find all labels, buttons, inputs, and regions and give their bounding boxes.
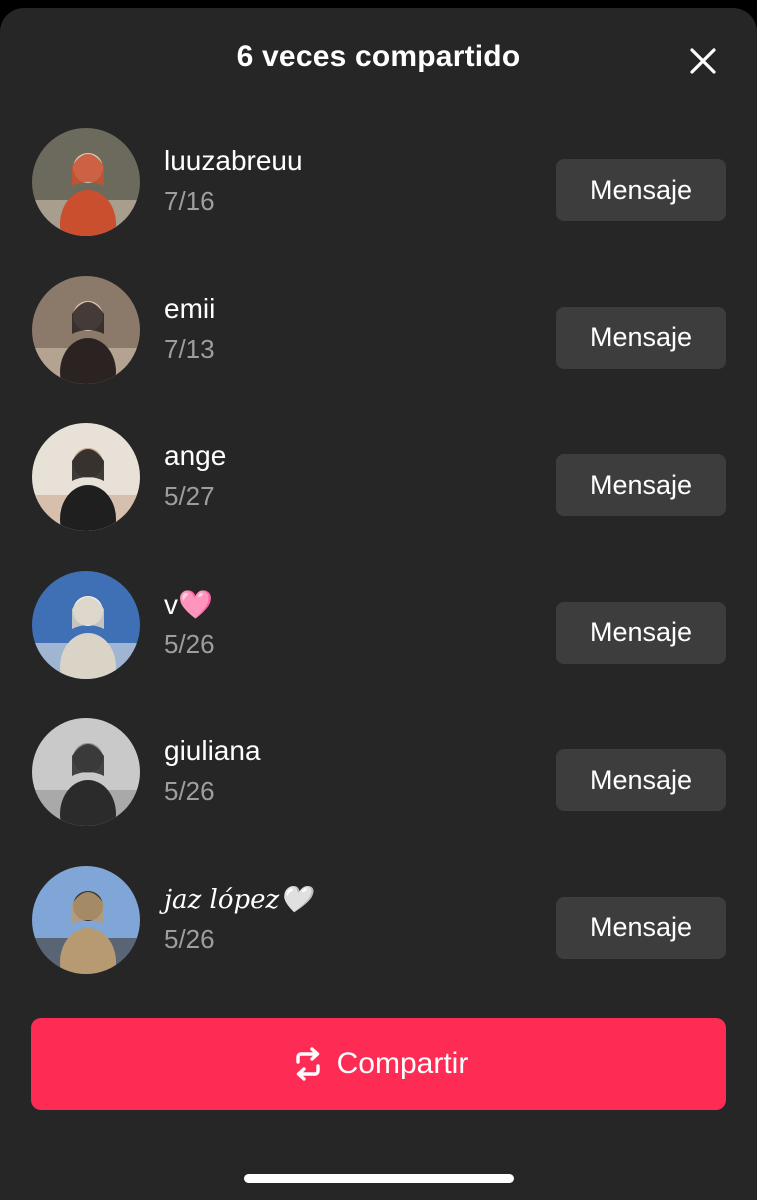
avatar-photo <box>32 423 140 532</box>
share-date: 5/26 <box>164 628 215 659</box>
share-date: 5/26 <box>164 776 215 807</box>
close-button[interactable] <box>684 42 722 80</box>
message-button[interactable]: Mensaje <box>556 896 726 959</box>
avatar-photo <box>32 128 140 236</box>
user-name[interactable]: giuliana <box>164 735 261 767</box>
user-name[interactable]: 𝑗𝑎𝑧 𝑙𝑜́𝑝𝑒𝑧🤍 <box>164 885 312 915</box>
message-button[interactable]: Mensaje <box>556 749 726 812</box>
shared-by-list: luuzabreuu 7/16 Mensaje emii 7/13 Mensaj… <box>0 128 757 1014</box>
home-indicator[interactable] <box>244 1174 514 1183</box>
message-button[interactable]: Mensaje <box>556 601 726 664</box>
avatar[interactable] <box>32 275 140 384</box>
user-name[interactable]: ange <box>164 440 226 472</box>
share-button-label: Compartir <box>336 1047 469 1080</box>
avatar-photo <box>32 275 140 384</box>
user-name[interactable]: luuzabreuu <box>164 145 303 177</box>
sheet-title: 6 veces compartido <box>236 40 521 73</box>
user-name[interactable]: v🩷 <box>164 588 213 621</box>
avatar[interactable] <box>32 570 140 679</box>
share-date: 5/26 <box>164 923 215 954</box>
message-button[interactable]: Mensaje <box>556 454 726 517</box>
avatar-photo <box>32 718 140 827</box>
share-button[interactable]: Compartir <box>31 1018 726 1110</box>
share-date: 5/27 <box>164 481 215 512</box>
share-sheet: 6 veces compartido luuzabreuu 7/16 Mensa… <box>0 8 757 1200</box>
list-item: emii 7/13 Mensaje <box>0 275 757 424</box>
repost-icon <box>295 1047 320 1081</box>
avatar[interactable] <box>32 423 140 532</box>
list-item: ange 5/27 Mensaje <box>0 423 757 571</box>
message-button[interactable]: Mensaje <box>556 306 726 369</box>
avatar[interactable] <box>32 718 140 827</box>
avatar[interactable] <box>32 128 140 236</box>
list-item: v🩷 5/26 Mensaje <box>0 570 757 719</box>
avatar-photo <box>32 865 140 974</box>
list-item: luuzabreuu 7/16 Mensaje <box>0 128 757 276</box>
share-date: 7/13 <box>164 333 215 364</box>
avatar-photo <box>32 570 140 679</box>
close-icon <box>690 48 716 74</box>
avatar[interactable] <box>32 865 140 974</box>
list-item: giuliana 5/26 Mensaje <box>0 718 757 866</box>
list-item: 𝑗𝑎𝑧 𝑙𝑜́𝑝𝑒𝑧🤍 5/26 Mensaje <box>0 865 757 1014</box>
message-button[interactable]: Mensaje <box>556 159 726 221</box>
user-name[interactable]: emii <box>164 293 215 325</box>
share-date: 7/16 <box>164 186 215 216</box>
